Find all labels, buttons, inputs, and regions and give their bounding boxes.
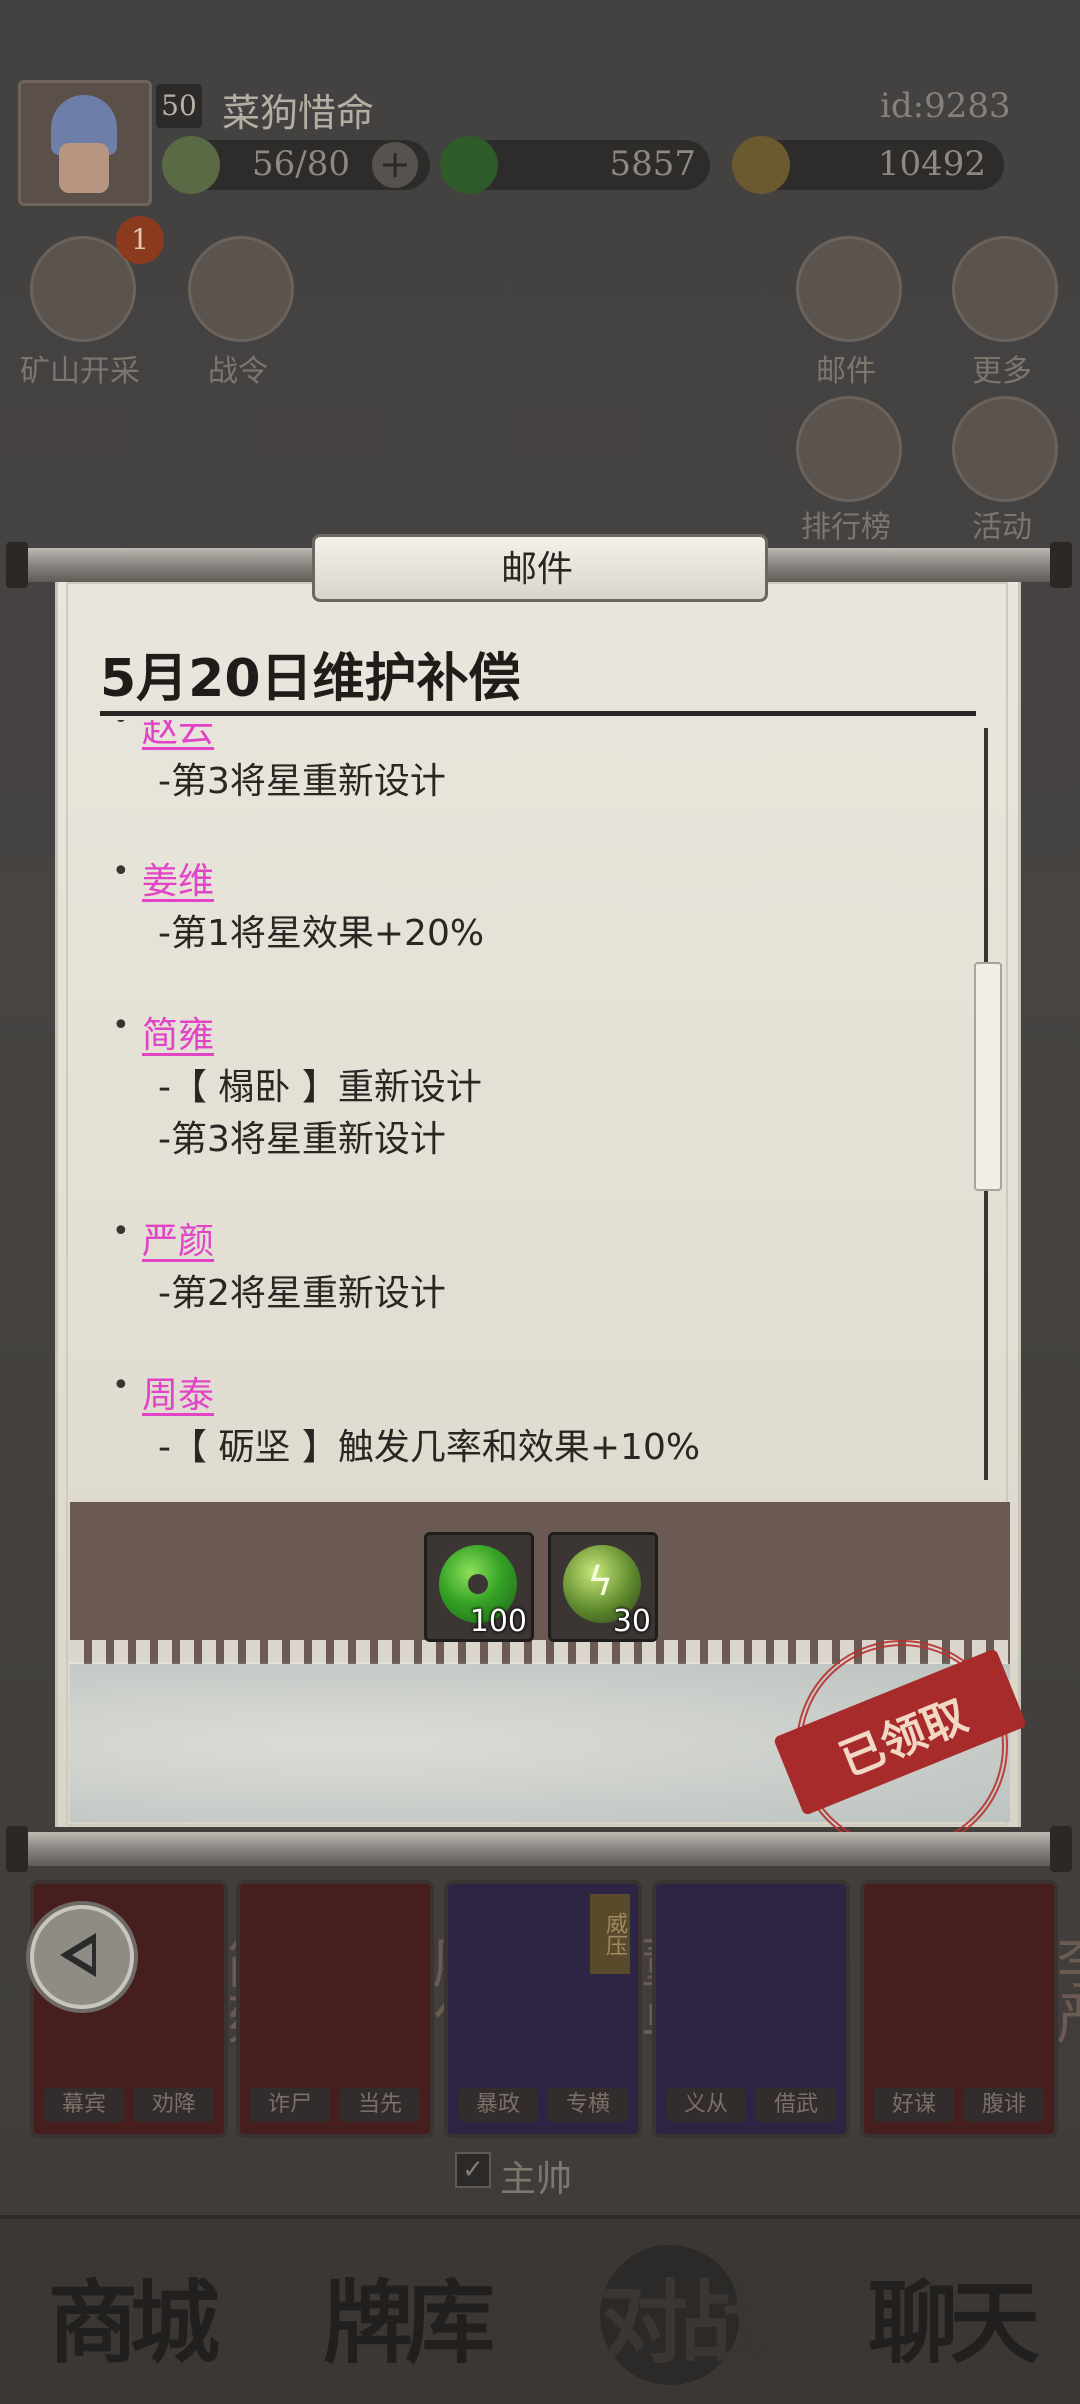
commander-label: 主帅 <box>500 2159 573 2200</box>
reward-band <box>70 1502 1010 1662</box>
mail-scrollbar-thumb[interactable] <box>974 962 1002 1191</box>
entry-line: -【 砺坚 】触发几率和效果+10% <box>158 1427 701 1468</box>
mining-label: 矿山开采 <box>20 354 140 389</box>
more-label: 更多 <box>972 354 1032 389</box>
player-avatar[interactable] <box>18 80 152 206</box>
entry-line: -【 榻卧 】重新设计 <box>158 1067 482 1108</box>
card-badge: 威压 <box>590 1894 630 1974</box>
hero-link[interactable]: 周泰 <box>142 1366 214 1418</box>
mail-title: 5月20日维护补偿 <box>100 649 521 709</box>
player-name: 菜狗惜命 <box>222 91 375 135</box>
hero-link[interactable]: 严颜 <box>142 1212 214 1264</box>
hero-link[interactable]: 简雍 <box>142 1006 214 1058</box>
reward-item-energy[interactable]: ϟ 30 <box>548 1532 658 1642</box>
scroll-bottom-cap-left <box>6 1826 28 1872</box>
card-tag: 当先 <box>340 2088 420 2122</box>
reward-qty: 30 <box>612 1604 651 1639</box>
battle-pass-button[interactable] <box>188 236 294 342</box>
nav-shop[interactable]: 商城 <box>10 2250 250 2380</box>
mining-badge: 1 <box>116 216 164 264</box>
jade-coin-icon <box>440 136 498 194</box>
activity-button[interactable] <box>952 396 1058 502</box>
commander-checkbox[interactable]: ✓ <box>455 2152 491 2188</box>
energy-value: 56/80 <box>252 144 350 184</box>
card-tag: 腹诽 <box>964 2088 1044 2122</box>
add-energy-button[interactable]: + <box>372 142 418 188</box>
mail-label: 邮件 <box>816 354 876 389</box>
title-divider <box>100 711 976 716</box>
coin-value: 10492 <box>877 144 986 184</box>
bullet: • <box>112 1008 130 1043</box>
reward-qty: 100 <box>469 1604 527 1639</box>
card-tag: 义从 <box>666 2088 746 2122</box>
hero-card-4[interactable]: 公孙瓒 义从借武 <box>652 1880 905 2138</box>
mail-header: 邮件 <box>500 549 573 590</box>
entry-line: -第1将星效果+20% <box>158 913 485 954</box>
card-name: 李严 <box>1047 1933 1080 2045</box>
mail-body[interactable]: • 赵云 -第3将星重新设计 • 姜维 -第1将星效果+20% • 简雍 -【 … <box>100 720 970 1490</box>
scroll-top-cap-left <box>6 542 28 588</box>
ranking-button[interactable] <box>796 396 902 502</box>
nav-battle[interactable]: 对战 <box>560 2250 800 2380</box>
more-button[interactable] <box>952 236 1058 342</box>
card-tag: 劝降 <box>134 2088 214 2122</box>
hero-card-2[interactable]: 廖化 诈尸当先 <box>236 1880 488 2138</box>
card-tag: 专横 <box>548 2088 628 2122</box>
nav-chat[interactable]: 聊天 <box>830 2250 1070 2380</box>
ranking-label: 排行榜 <box>801 510 891 545</box>
scroll-top-cap-right <box>1050 542 1072 588</box>
player-id: id:9283 <box>880 86 1011 126</box>
reward-item-jade[interactable]: 100 <box>424 1532 534 1642</box>
energy-icon <box>162 136 220 194</box>
entry-line: -第3将星重新设计 <box>158 1119 446 1160</box>
scroll-bottom-cap-right <box>1050 1826 1072 1872</box>
card-tag: 好谋 <box>874 2088 954 2122</box>
mail-button[interactable] <box>796 236 902 342</box>
card-tag: 幕宾 <box>44 2088 124 2122</box>
back-button[interactable] <box>30 1905 134 2009</box>
activity-label: 活动 <box>972 510 1032 545</box>
bullet: • <box>112 720 130 737</box>
back-arrow-inner <box>72 1943 92 1967</box>
bullet: • <box>112 1368 130 1403</box>
entry-line: -第3将星重新设计 <box>158 761 446 802</box>
card-tag: 借武 <box>756 2088 836 2122</box>
hero-link[interactable]: 赵云 <box>142 720 214 752</box>
jade-value: 5857 <box>609 144 696 184</box>
gold-coin-icon <box>732 136 790 194</box>
battle-pass-label: 战令 <box>208 354 268 389</box>
hero-link[interactable]: 姜维 <box>142 852 214 904</box>
entry-line: -第2将星重新设计 <box>158 1273 446 1314</box>
bullet: • <box>112 854 130 889</box>
card-tag: 诈尸 <box>250 2088 330 2122</box>
player-level: 50 <box>156 84 202 128</box>
hero-card-3[interactable]: 董卓 威压 暴政专横 <box>444 1880 696 2138</box>
hero-card-5[interactable]: 李严 好谋 腹诽 <box>860 1880 1080 2138</box>
bullet: • <box>112 1214 130 1249</box>
nav-deck[interactable]: 牌库 <box>285 2250 525 2380</box>
scroll-bottom-rod <box>20 1832 1060 1866</box>
card-tag: 暴政 <box>458 2088 538 2122</box>
